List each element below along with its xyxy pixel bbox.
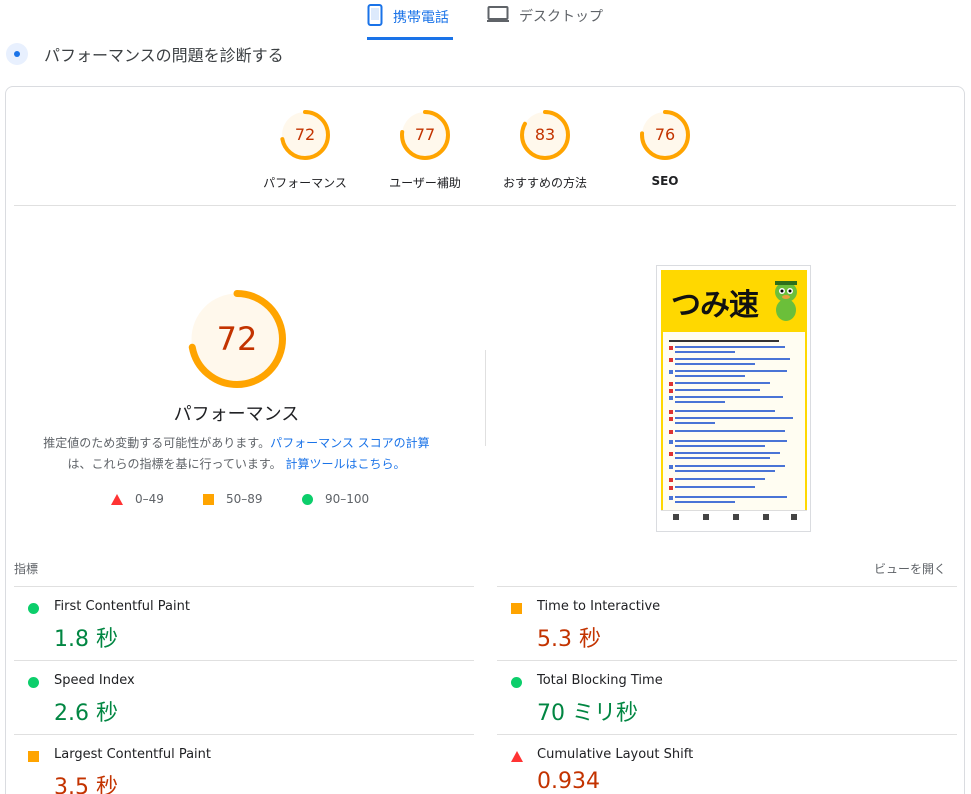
gauge-performance[interactable]: 72 パフォーマンス (245, 110, 365, 191)
metric-cumulative-layout-shift: Cumulative Layout Shift 0.934 (497, 734, 957, 794)
metric-value: 2.6 秒 (54, 701, 118, 726)
screenshot-content: つみ速 (661, 270, 807, 528)
average-square-icon (203, 493, 214, 505)
vertical-divider (485, 350, 486, 446)
gauge-label: おすすめの方法 (502, 176, 587, 190)
performance-description: 推定値のため変動する可能性があります。パフォーマンス スコアの計算 は、これらの… (30, 433, 443, 475)
site-banner: つみ速 (661, 270, 807, 332)
site-bottom-nav (661, 510, 807, 528)
metric-value: 1.8 秒 (54, 627, 118, 652)
tab-desktop[interactable]: デスクトップ (487, 4, 617, 40)
metric-value: 70 ミリ秒 (537, 701, 638, 726)
pass-circle-icon (28, 603, 39, 614)
gauge-score: 76 (654, 125, 676, 144)
average-square-icon (511, 603, 522, 614)
metric-total-blocking-time: Total Blocking Time 70 ミリ秒 (497, 660, 957, 734)
metric-name: Total Blocking Time (537, 673, 663, 688)
metric-value: 5.3 秒 (537, 627, 601, 652)
gauge-seo[interactable]: 76 SEO (605, 110, 725, 188)
diagnose-header: パフォーマンスの問題を診断する (6, 42, 284, 66)
site-logo: つみ速 (671, 288, 759, 323)
device-tabs: 携帯電話 デスクトップ (0, 0, 971, 40)
tab-mobile-label: 携帯電話 (393, 10, 449, 26)
metric-largest-contentful-paint: Largest Contentful Paint 3.5 秒 (14, 734, 474, 794)
pass-circle-icon (302, 493, 313, 505)
lab-data-icon (6, 43, 28, 65)
gauge-score: 83 (534, 125, 556, 144)
pass-circle-icon (511, 677, 522, 688)
gauge-score: 77 (414, 125, 436, 144)
pass-circle-icon (28, 677, 39, 688)
gauge-score: 72 (294, 125, 316, 144)
mobile-phone-icon (367, 4, 383, 26)
calculator-link[interactable]: 計算ツールはこちら。 (286, 457, 406, 471)
legend-average: 50–89 (203, 492, 263, 506)
expand-view-toggle[interactable]: ビューを開く (874, 560, 946, 577)
legend-average-label: 50–89 (226, 492, 263, 506)
metric-first-contentful-paint: First Contentful Paint 1.8 秒 (14, 586, 474, 660)
mascot-image (775, 281, 797, 321)
tab-desktop-label: デスクトップ (519, 9, 603, 25)
gauge-accessibility[interactable]: 77 ユーザー補助 (365, 110, 485, 191)
article-list (661, 332, 807, 510)
gauge-label: ユーザー補助 (389, 176, 461, 190)
desc-text: は、これらの指標を基に行っています。 (67, 457, 282, 471)
fail-triangle-icon (511, 751, 523, 762)
metrics-label: 指標 (14, 562, 39, 576)
metric-name: Time to Interactive (537, 599, 661, 614)
metric-value: 3.5 秒 (54, 775, 118, 794)
performance-gauge-large: 72 (188, 290, 286, 388)
category-gauges: 72 パフォーマンス 77 ユーザー補助 83 おすすめの方法 76 SEO (0, 110, 971, 190)
metric-name: First Contentful Paint (54, 599, 190, 614)
performance-title: パフォーマンス (173, 404, 300, 425)
tab-mobile[interactable]: 携帯電話 (367, 4, 453, 40)
page-screenshot[interactable]: つみ速 (656, 265, 811, 532)
desc-text: 推定値のため変動する可能性があります。 (43, 436, 271, 450)
score-calc-link[interactable]: パフォーマンス スコアの計算 (270, 436, 430, 450)
metrics-header: 指標 ビューを開く (14, 557, 956, 577)
gauge-label: パフォーマンス (263, 176, 347, 190)
average-square-icon (28, 751, 39, 762)
legend-fail-label: 0–49 (135, 492, 164, 506)
metric-value: 0.934 (537, 769, 600, 794)
performance-score: 72 (216, 320, 258, 358)
metric-name: Speed Index (54, 673, 135, 688)
divider (14, 205, 956, 206)
gauge-label: SEO (651, 174, 679, 188)
desktop-monitor-icon (487, 4, 509, 24)
score-legend: 0–49 50–89 90–100 (0, 492, 473, 508)
metric-time-to-interactive: Time to Interactive 5.3 秒 (497, 586, 957, 660)
legend-pass: 90–100 (302, 492, 369, 506)
metric-name: Largest Contentful Paint (54, 747, 212, 762)
legend-fail: 0–49 (111, 492, 164, 506)
metric-name: Cumulative Layout Shift (537, 747, 694, 762)
fail-triangle-icon (111, 493, 123, 505)
gauge-best-practices[interactable]: 83 おすすめの方法 (485, 110, 605, 191)
metric-speed-index: Speed Index 2.6 秒 (14, 660, 474, 734)
legend-pass-label: 90–100 (325, 492, 370, 506)
diagnose-title: パフォーマンスの問題を診断する (44, 46, 284, 65)
